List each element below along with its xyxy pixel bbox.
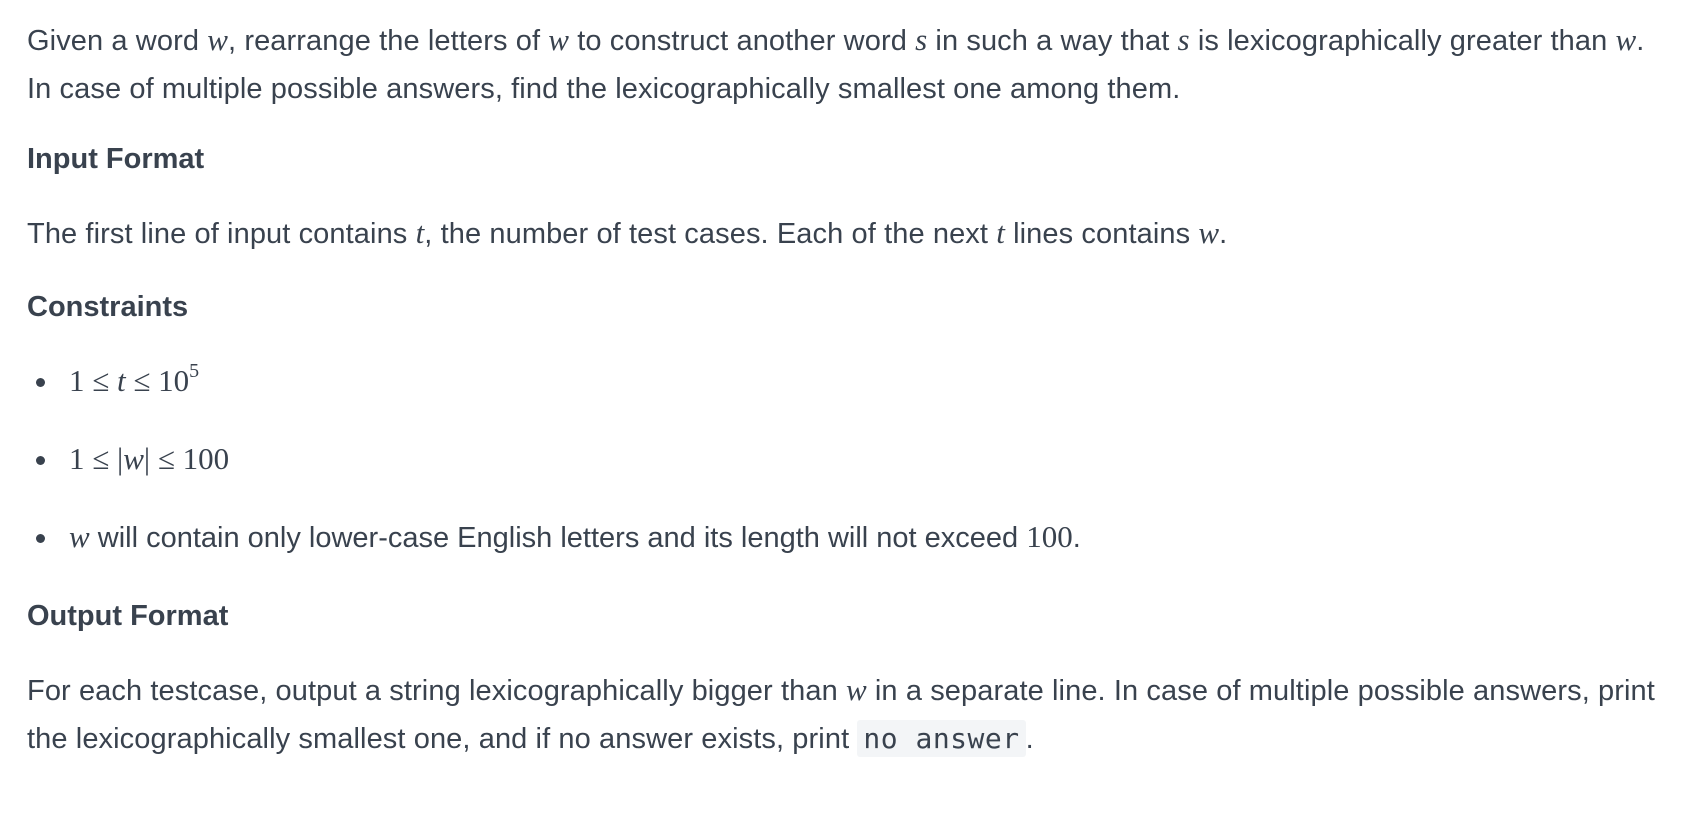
math-var-w: w (69, 519, 90, 554)
math-number: 1 (69, 441, 85, 476)
intro-text: to construct another word (569, 25, 916, 57)
output-text: . (1025, 723, 1034, 755)
constraint-text: . (1072, 522, 1081, 554)
math-number: 10 (158, 363, 190, 398)
math-operator: ≤ (84, 441, 118, 476)
math-var-t: t (415, 215, 425, 250)
constraint-item: 1 ≤ t ≤ 105 (27, 357, 1675, 406)
input-format-heading: Input Format (27, 143, 205, 175)
math-var-t: t (117, 363, 126, 398)
math-operator: ≤ (150, 441, 183, 476)
math-var-w: w (845, 672, 867, 707)
math-operator: ≤ (125, 363, 159, 398)
math-var-w: w (1198, 215, 1220, 250)
intro-paragraph: Given a word w, rearrange the letters of… (27, 16, 1675, 113)
output-format-heading: Output Format (27, 600, 229, 632)
math-number: 100 (1026, 519, 1073, 554)
intro-text: Given a word (27, 25, 208, 57)
math-var-w: w (207, 22, 228, 57)
intro-text: in such a way that (927, 25, 1178, 57)
problem-statement: Given a word w, rearrange the letters of… (0, 0, 1702, 763)
input-text: The first line of input contains (27, 218, 416, 250)
intro-text: , rearrange the letters of (228, 25, 549, 57)
output-text: For each testcase, output a string lexic… (27, 675, 846, 707)
input-format-text: The first line of input contains t, the … (27, 209, 1675, 258)
inline-code: no answer (857, 720, 1026, 757)
math-var-w: w (123, 441, 144, 476)
math-operator: ≤ (84, 363, 118, 398)
output-format-text: For each testcase, output a string lexic… (27, 666, 1675, 763)
constraint-item: 1 ≤ |w| ≤ 100 (27, 435, 1675, 484)
intro-text: is lexicographically greater than (1189, 25, 1616, 57)
input-text: . (1219, 218, 1228, 250)
input-text: , the number of test cases. Each of the … (424, 218, 997, 250)
math-var-w: w (1615, 22, 1637, 57)
constraint-item: w will contain only lower-case English l… (27, 513, 1675, 562)
math-var-s: s (915, 22, 928, 57)
input-text: lines contains (1004, 218, 1199, 250)
math-number: 1 (69, 363, 85, 398)
math-exponent: 5 (189, 360, 200, 382)
constraint-text: will contain only lower-case English let… (89, 522, 1027, 554)
constraints-heading: Constraints (27, 291, 189, 323)
math-var-t: t (996, 215, 1005, 250)
math-number: 100 (182, 441, 230, 476)
math-var-w: w (548, 22, 570, 57)
constraints-list: 1 ≤ t ≤ 105 1 ≤ |w| ≤ 100 w will contain… (27, 357, 1675, 562)
math-var-s: s (1177, 22, 1190, 57)
